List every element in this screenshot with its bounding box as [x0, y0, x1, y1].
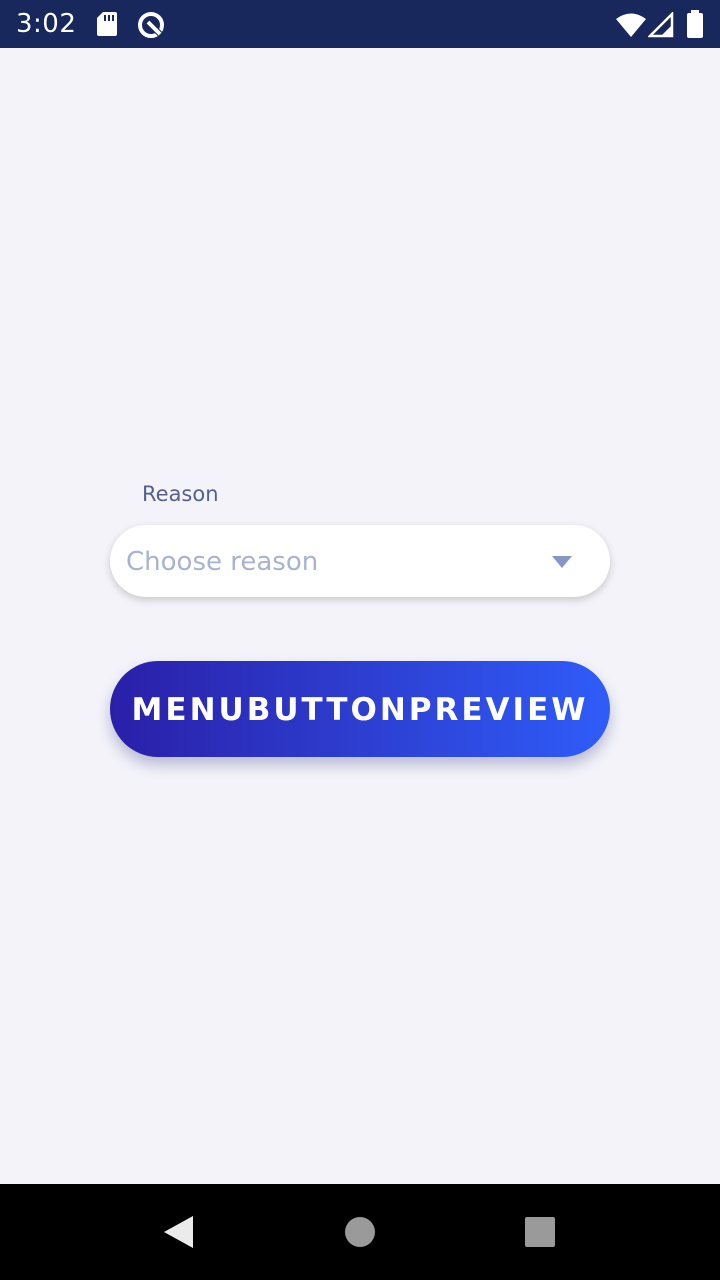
back-icon[interactable] — [156, 1208, 204, 1256]
home-icon[interactable] — [336, 1208, 384, 1256]
status-time: 3:02 — [16, 9, 77, 39]
menu-button-preview-label: MENUBUTTONPREVIEW — [131, 692, 589, 728]
reason-select[interactable]: Choose reason — [110, 525, 610, 597]
recents-icon[interactable] — [516, 1208, 564, 1256]
battery-icon — [686, 10, 704, 38]
reason-select-placeholder: Choose reason — [126, 547, 319, 577]
status-bar: 3:02 — [0, 0, 720, 48]
dropdown-arrow-icon — [552, 556, 572, 568]
reason-label: Reason — [142, 482, 219, 506]
data-saver-icon — [136, 10, 166, 38]
menu-button-preview[interactable]: MENUBUTTONPREVIEW — [110, 661, 610, 757]
cell-signal-icon — [648, 12, 674, 40]
wifi-icon — [615, 12, 647, 40]
sd-card-icon — [96, 10, 118, 38]
navigation-bar — [0, 1184, 720, 1280]
